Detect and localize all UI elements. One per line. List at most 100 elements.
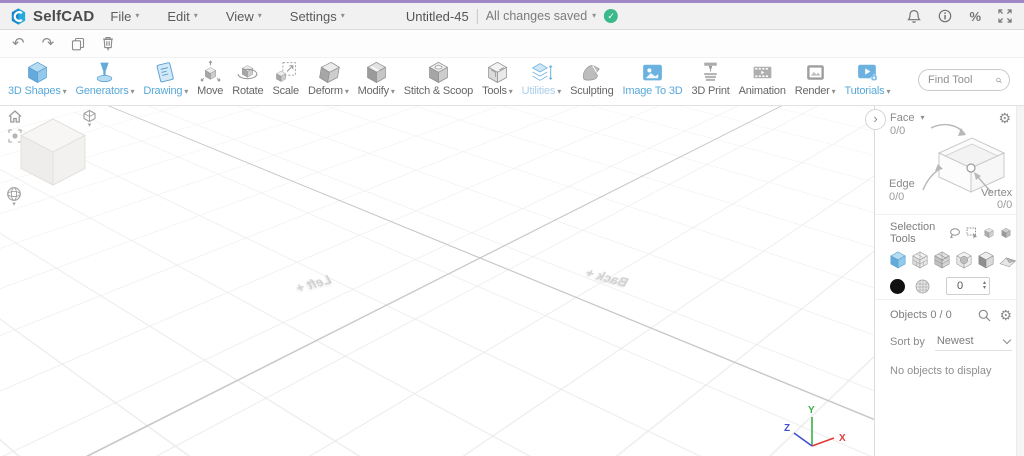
selection-tools-title: Selection Tools — [890, 221, 936, 245]
menu-list: File ▾ Edit ▾ View ▾ Settings ▾ — [110, 9, 344, 24]
scale-cube-icon — [276, 62, 297, 82]
select-mode-half-button[interactable] — [976, 250, 996, 270]
copy-icon — [72, 37, 85, 50]
undo-button[interactable]: ↶ — [12, 36, 25, 51]
select-mode-sphere-button[interactable] — [954, 250, 974, 270]
stepper-down-button[interactable]: ▾ — [983, 285, 986, 291]
undo-icon: ↶ — [12, 35, 25, 52]
tool-sculpting[interactable]: Sculpting — [568, 60, 615, 98]
volume-select-icon[interactable] — [1000, 227, 1012, 239]
document-title[interactable]: Untitled-45 — [406, 9, 469, 24]
axis-gizmo: Y X Z — [784, 405, 846, 447]
document-title-group: Untitled-45 All changes saved ▾ ✓ — [406, 8, 619, 24]
right-panel: › Face ▾ 0/0 ⚙ Edge 0/0 Vertex 0/0 Selec… — [865, 106, 1024, 456]
lasso-select-icon[interactable] — [949, 227, 961, 239]
collapse-panel-button[interactable]: › — [865, 109, 886, 130]
rotate-cube-icon — [237, 65, 258, 80]
find-tool-search[interactable] — [918, 69, 1010, 91]
camera-mode-button[interactable]: ▾ — [82, 109, 97, 129]
generator-icon — [97, 62, 113, 83]
menu-file[interactable]: File ▾ — [110, 9, 139, 24]
chevron-down-icon — [1002, 335, 1012, 345]
chevron-down-icon: ▾ — [130, 86, 135, 96]
tool-3d-shapes[interactable]: 3D Shapes ▾ — [6, 60, 68, 98]
tool-deform[interactable]: Deform ▾ — [306, 60, 351, 98]
sort-select[interactable]: Newest — [934, 332, 1012, 351]
percent-icon: % — [969, 8, 981, 24]
axis-z-label: Z — [784, 423, 790, 434]
tool-stitch-scoop[interactable]: Stitch & Scoop — [402, 60, 475, 98]
tool-drawing[interactable]: Drawing ▾ — [141, 60, 190, 98]
search-icon — [996, 77, 1002, 83]
brush-row: 0 ▴ ▾ — [875, 270, 1024, 295]
fullscreen-button[interactable] — [998, 9, 1012, 23]
save-status[interactable]: All changes saved ▾ — [486, 9, 596, 23]
tool-rotate[interactable]: Rotate — [230, 60, 265, 98]
tool-tools[interactable]: Tools ▾ — [480, 60, 515, 98]
delete-button[interactable]: ▾ — [102, 36, 114, 53]
cube-select-icon[interactable] — [983, 227, 995, 239]
edge-count: 0/0 — [889, 191, 905, 203]
ground-grid — [0, 106, 874, 456]
shortcuts-button[interactable]: % — [969, 9, 981, 24]
panel-scrollbar[interactable] — [1016, 106, 1024, 456]
vertex-count: 0/0 — [997, 199, 1013, 211]
sculpting-clay-icon — [583, 64, 601, 81]
tool-tutorials[interactable]: Tutorials ▾ — [842, 60, 892, 98]
tool-move[interactable]: Move — [195, 60, 225, 98]
chevron-down-icon: ▾ — [344, 86, 349, 96]
menu-settings[interactable]: Settings ▾ — [290, 9, 345, 24]
select-mode-solid-button[interactable] — [888, 250, 908, 270]
redo-button[interactable]: ↷ — [42, 36, 55, 51]
mesh-brush-button[interactable] — [915, 279, 930, 294]
select-mode-plane-button[interactable] — [998, 250, 1018, 270]
select-mode-vertices-button[interactable] — [910, 250, 930, 270]
film-icon — [753, 66, 772, 79]
select-mode-faces-button[interactable] — [932, 250, 952, 270]
chevron-down-icon: ▾ — [831, 86, 836, 96]
tool-scale[interactable]: Scale — [270, 60, 301, 98]
objects-search-button[interactable] — [978, 309, 991, 322]
tools-cube-icon — [485, 60, 510, 85]
box-select-icon[interactable] — [966, 227, 978, 239]
chevron-right-icon: › — [873, 111, 878, 126]
objects-title: Objects 0 / 0 — [890, 309, 952, 321]
selection-info-section: Face ▾ 0/0 ⚙ Edge 0/0 Vertex 0/0 — [875, 106, 1024, 215]
tool-image-to-3d[interactable]: Image To 3D — [621, 60, 685, 98]
orbit-globe-icon — [7, 187, 21, 201]
chevron-down-icon: ▾ — [340, 11, 345, 20]
menu-edit[interactable]: Edit ▾ — [167, 9, 197, 24]
tool-animation[interactable]: Animation — [737, 60, 788, 98]
info-button[interactable] — [938, 9, 952, 23]
find-tool-input[interactable] — [926, 73, 992, 87]
top-menu-bar: SelfCAD File ▾ Edit ▾ View ▾ Settings ▾ … — [0, 0, 1024, 30]
round-brush-button[interactable] — [890, 278, 905, 294]
orbit-mode-button[interactable]: ▾ — [6, 186, 22, 208]
notifications-button[interactable] — [907, 9, 922, 24]
tool-utilities[interactable]: Utilities ▾ — [520, 60, 563, 98]
axis-y-label: Y — [808, 405, 815, 416]
tool-render[interactable]: Render ▾ — [793, 60, 838, 98]
copy-button[interactable] — [71, 37, 85, 51]
drawing-icon — [156, 62, 174, 83]
menu-view[interactable]: View ▾ — [226, 9, 262, 24]
workspace: Left + Back + Front + Right + — [0, 106, 1024, 456]
sort-select-value: Newest — [936, 335, 974, 347]
viewport-3d[interactable]: Left + Back + Front + Right + — [0, 106, 874, 456]
chevron-down-icon: ▾ — [592, 11, 597, 20]
app-logo[interactable]: SelfCAD — [0, 7, 110, 26]
selection-mode-row — [875, 245, 1024, 270]
info-icon — [939, 9, 952, 23]
perspective-icon — [83, 109, 96, 123]
chevron-down-icon: ▾ — [62, 86, 67, 96]
fullscreen-icon — [998, 9, 1012, 23]
tool-generators[interactable]: Generators ▾ — [73, 60, 136, 98]
sort-by-label: Sort by — [890, 335, 925, 348]
check-icon: ✓ — [607, 10, 615, 21]
axis-x-label: X — [839, 433, 846, 444]
objects-settings-button[interactable]: ⚙ — [999, 308, 1012, 322]
tool-modify[interactable]: Modify ▾ — [356, 60, 397, 98]
logo-text: SelfCAD — [33, 7, 95, 25]
tool-3d-print[interactable]: 3D Print — [689, 60, 731, 98]
brush-size-stepper[interactable]: 0 ▴ ▾ — [946, 277, 990, 295]
